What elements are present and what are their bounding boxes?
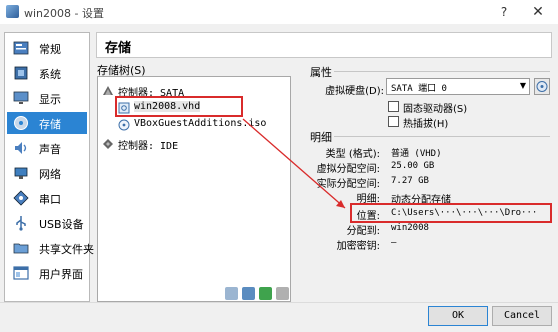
cancel-button[interactable]: Cancel xyxy=(492,306,552,326)
help-button[interactable]: ? xyxy=(494,3,514,21)
divider xyxy=(0,302,558,303)
ok-button[interactable]: OK xyxy=(428,306,488,326)
title-bar: win2008 - 设置 ? ✕ xyxy=(0,0,558,24)
close-button[interactable]: ✕ xyxy=(526,3,550,21)
annotation-arrow xyxy=(242,118,346,209)
window-title: win2008 - 设置 xyxy=(24,7,104,20)
dialog-body: 常规 系统 显示 存储 声音 网络 串口 USB设备 共享文件夹 用户界面 存储… xyxy=(0,24,558,332)
virtualbox-app-icon xyxy=(6,5,19,18)
